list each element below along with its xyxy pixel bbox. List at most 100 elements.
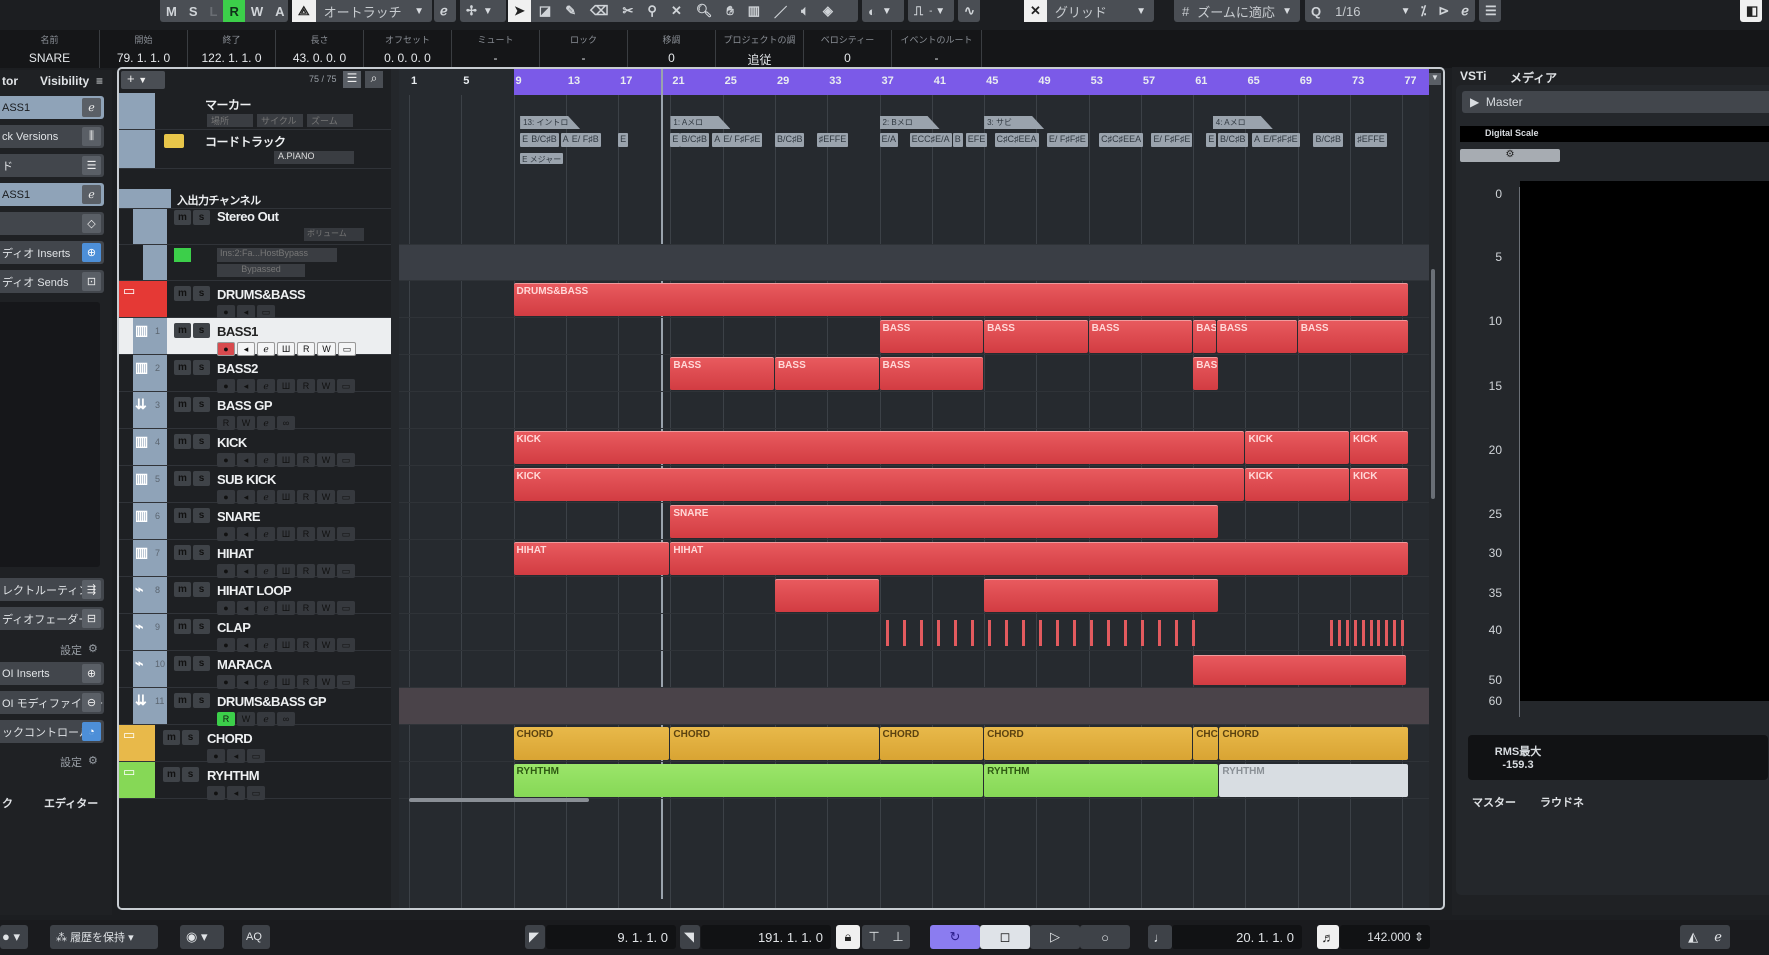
info-field-6[interactable]: ロック -	[540, 30, 628, 68]
chord-event[interactable]: ♯EFFE	[816, 133, 849, 147]
swing-icon[interactable]: ⁒	[1415, 0, 1433, 22]
read-button[interactable]: R	[217, 416, 235, 430]
chord-event[interactable]: C♯C♯EEA	[1099, 133, 1144, 147]
mute-button[interactable]: m	[174, 210, 191, 225]
versions-icon[interactable]: ⫼	[82, 127, 101, 146]
edit-icon[interactable]: ℯ	[1714, 929, 1722, 945]
clap-event[interactable]	[1330, 620, 1334, 646]
edit-button[interactable]: ℯ	[257, 527, 275, 541]
info-value[interactable]: 79. 1. 1. 0	[100, 51, 187, 65]
chord-event[interactable]: B/C♯B	[774, 133, 805, 147]
clap-event[interactable]	[1191, 620, 1195, 646]
gear-icon[interactable]: ⚙	[88, 642, 98, 655]
instrument-button[interactable]: Ш	[277, 564, 295, 578]
event-part[interactable]: CHC	[1193, 727, 1219, 760]
event-part[interactable]: HIHAT	[670, 542, 1408, 575]
solo-button[interactable]: s	[182, 730, 199, 745]
track-row[interactable]: ⇊ 3 m s BASS GP R Wℯ ∞	[119, 392, 391, 430]
quantize-apply-icon[interactable]: ⊳	[1432, 0, 1455, 22]
inspector-row-6[interactable]: ディオ Sends ⊡	[0, 270, 104, 293]
lanes-button[interactable]: ▭	[337, 527, 355, 541]
event-part[interactable]: RYHTHM	[513, 764, 984, 797]
marker-event[interactable]: 2: Bメロ	[879, 116, 940, 129]
event-part[interactable]: RYHTHM	[984, 764, 1219, 797]
edit-button[interactable]: ℯ	[257, 638, 275, 652]
gear-icon[interactable]: ⚙	[88, 754, 98, 767]
track-row[interactable]: ▭ m s CHORD ● ◂ ▭	[119, 725, 391, 763]
monitor-button[interactable]: ◂	[227, 786, 245, 800]
automation-mode-select[interactable]: ⟁ オートラッチ ▼	[292, 0, 432, 22]
history-dropdown[interactable]: ⁂ 履歴を保持 ▾	[50, 925, 158, 949]
mute-button[interactable]: m	[174, 545, 191, 560]
folder-list-button[interactable]: ▭	[247, 786, 265, 800]
glue-tool[interactable]: ⚲	[641, 0, 663, 22]
mute-button[interactable]: m	[174, 582, 191, 597]
chord-event[interactable]: E/ F♯F♯E	[1151, 133, 1193, 147]
hand-tool[interactable]: ✋︎	[720, 0, 739, 22]
chord-event[interactable]: B/C♯B	[679, 133, 710, 147]
mute-tool[interactable]: ✕	[665, 0, 688, 22]
monitor-button[interactable]: ◂	[237, 453, 255, 467]
info-field-3[interactable]: 長さ 43. 0. 0. 0	[276, 30, 364, 68]
add-track-button[interactable]: + ▼	[121, 71, 165, 89]
clap-event[interactable]	[1072, 620, 1076, 646]
clap-event[interactable]	[1174, 620, 1178, 646]
solo-button[interactable]: S	[183, 0, 204, 22]
monitor-button[interactable]: ◂	[237, 527, 255, 541]
event-part[interactable]: RYHTHM	[1219, 764, 1408, 797]
info-value[interactable]: 43. 0. 0. 0	[276, 51, 363, 65]
record-mode-dropdown[interactable]: ● ▾	[0, 925, 28, 949]
pointer-tool[interactable]: ➤	[508, 0, 531, 22]
monitor-button[interactable]: ◂	[237, 379, 255, 393]
track-row[interactable]: ▥ 1 m s BASS1 ● ◂ ℯ Ш R W ▭	[119, 318, 391, 356]
marker-event[interactable]: 1: Aメロ	[670, 116, 731, 129]
record-enable-button[interactable]: ●	[217, 342, 235, 356]
eraser-tool[interactable]: ⌫	[584, 0, 614, 22]
write-button[interactable]: W	[237, 416, 255, 430]
mute-button[interactable]: m	[174, 656, 191, 671]
zoom-tool[interactable]: 🔍︎	[690, 0, 719, 22]
search-icon[interactable]: ⌕	[365, 71, 383, 88]
info-value[interactable]: 122. 1. 1. 0	[188, 51, 275, 65]
clap-event[interactable]	[988, 620, 991, 646]
marker-event[interactable]: 4: Aメロ	[1212, 116, 1273, 129]
record-enable-button[interactable]: ●	[217, 453, 235, 467]
event-part[interactable]: CHORD	[984, 727, 1193, 760]
info-value[interactable]: 0	[804, 51, 891, 65]
chord-event[interactable]: ♯EFFE	[1355, 133, 1387, 147]
info-value[interactable]: -	[540, 51, 627, 65]
mute-button[interactable]: m	[174, 508, 191, 523]
chord-event[interactable]: B/C♯B	[529, 133, 559, 147]
monitor-button[interactable]	[164, 134, 184, 148]
mute-button[interactable]: M	[160, 0, 183, 22]
insert-icon[interactable]: ⊕	[82, 243, 101, 262]
write-button[interactable]: W	[317, 379, 335, 393]
pencil-tool[interactable]: ✎	[559, 0, 582, 22]
monitor-button[interactable]: ◂	[237, 564, 255, 578]
mute-button[interactable]: m	[174, 323, 191, 338]
chord-event[interactable]: E/ F♯F♯E	[721, 133, 763, 147]
monitor-button[interactable]: ◂	[237, 342, 255, 356]
chord-event[interactable]: E	[1206, 133, 1217, 147]
write-button[interactable]: W	[317, 490, 335, 504]
solo-button[interactable]: s	[193, 323, 210, 338]
instrument-field[interactable]: A.PIANO	[274, 151, 354, 164]
event-part[interactable]	[984, 579, 1219, 612]
instrument-button[interactable]: Ш	[277, 342, 296, 356]
lanes-button[interactable]: ▭	[337, 379, 355, 393]
marker-button-0[interactable]: 場所	[207, 114, 253, 127]
cycle-button[interactable]: ↻	[930, 925, 980, 949]
chord-track[interactable]: コードトラック A.PIANO	[119, 130, 391, 169]
event-part[interactable]	[774, 579, 879, 612]
auto-quantize-button[interactable]: AQ	[242, 925, 270, 949]
insert-automation-track[interactable]: Ins:2:Fa...HostBypass Bypassed	[119, 245, 391, 281]
event-part[interactable]: BASS	[774, 357, 879, 390]
inspector-row-3[interactable]: ASS1 ℯ	[0, 183, 104, 206]
record-enable-button[interactable]: ●	[217, 675, 235, 689]
stop-button[interactable]: ◻	[980, 925, 1030, 949]
settings-label[interactable]: 設定	[60, 754, 82, 770]
record-enable-button[interactable]: ●	[217, 379, 235, 393]
clap-event[interactable]	[1401, 620, 1404, 646]
lock-icon[interactable]: 🔒︎	[836, 925, 860, 949]
clap-event[interactable]	[937, 620, 941, 646]
